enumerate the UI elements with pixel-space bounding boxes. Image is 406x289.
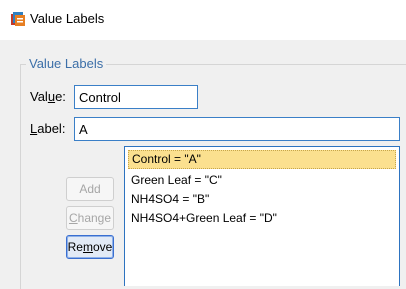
list-item[interactable]: Control = "A"	[128, 150, 396, 169]
change-button[interactable]: Change	[66, 206, 114, 230]
window-title: Value Labels	[30, 11, 105, 26]
list-item[interactable]: NH4SO4+Green Leaf = "D"	[128, 209, 396, 228]
label-input[interactable]	[74, 117, 400, 141]
spss-value-labels-icon	[11, 12, 25, 26]
remove-button[interactable]: Remove	[66, 235, 114, 259]
label-field-label: Label:	[30, 121, 66, 136]
add-button[interactable]: Add	[66, 177, 114, 201]
list-item[interactable]: Green Leaf = "C"	[128, 171, 396, 190]
group-legend: Value Labels	[26, 56, 107, 71]
title-bar: Value Labels	[0, 0, 406, 40]
value-labels-list[interactable]: Control = "A" Green Leaf = "C" NH4SO4 = …	[124, 146, 400, 286]
list-item[interactable]: NH4SO4 = "B"	[128, 190, 396, 209]
value-input[interactable]	[74, 85, 198, 109]
value-field-label: Value:	[30, 89, 66, 104]
